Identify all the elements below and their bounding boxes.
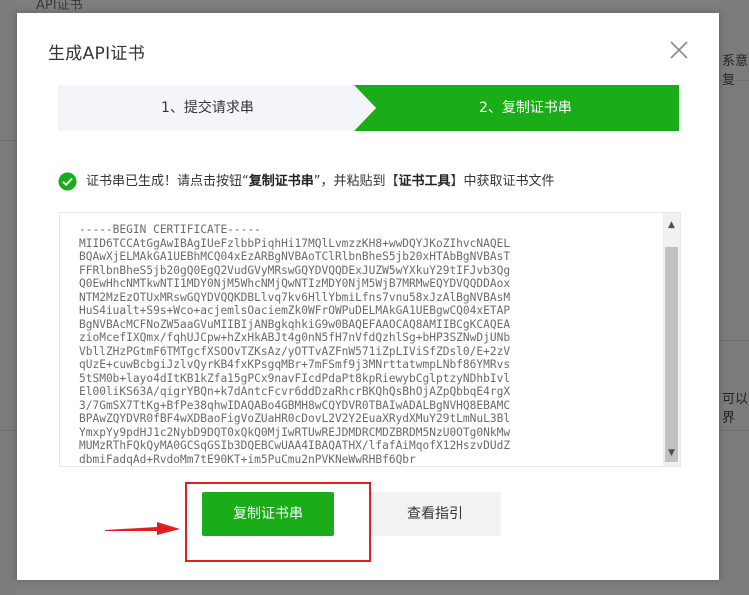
background-divider: [719, 80, 749, 81]
message-middle: ”，并粘贴到【: [313, 174, 399, 189]
certificate-text: -----BEGIN CERTIFICATE----- MIID6TCCAtGg…: [79, 223, 511, 466]
background-right-strip: [719, 0, 749, 595]
scroll-thumb[interactable]: [665, 247, 678, 462]
scrollbar[interactable]: ▲ ▼: [663, 213, 680, 466]
background-divider: [719, 430, 749, 431]
background-divider: [719, 340, 749, 341]
message-highlight-tool: 证书工具: [398, 174, 451, 189]
success-text: 证书串已生成！请点击按钮“复制证书串”，并粘贴到【证书工具】中获取证书文件: [86, 171, 555, 193]
scroll-up-arrow[interactable]: ▲: [663, 217, 680, 234]
close-icon: [670, 41, 688, 59]
message-highlight-copy: 复制证书串: [248, 174, 314, 189]
background-divider: [0, 430, 17, 431]
message-suffix: 】中获取证书文件: [450, 174, 555, 189]
annotation-highlight-box: [185, 482, 371, 562]
step-submit-request: 1、提交请求串: [58, 85, 358, 131]
background-top-text: API证书: [36, 0, 83, 13]
annotation-arrow-icon: [105, 522, 180, 535]
background-top: [0, 0, 749, 12]
view-guide-button[interactable]: 查看指引: [369, 492, 501, 536]
close-button[interactable]: [669, 40, 689, 60]
scroll-down-arrow[interactable]: ▼: [663, 445, 680, 462]
check-circle-icon: [58, 172, 77, 191]
dialog-title: 生成API证书: [48, 44, 145, 64]
background-left-strip: [0, 0, 17, 595]
background-right-text-1: 系意复: [722, 54, 749, 88]
step-indicator: 1、提交请求串 2、复制证书串: [58, 85, 679, 131]
step-label: 2、复制证书串: [479, 100, 572, 116]
certificate-textarea[interactable]: -----BEGIN CERTIFICATE----- MIID6TCCAtGg…: [59, 212, 681, 467]
background-divider: [0, 140, 17, 141]
background-right-text-2: 可以界: [722, 392, 749, 426]
message-prefix: 证书串已生成！请点击按钮“: [86, 174, 249, 189]
step-label: 1、提交请求串: [161, 100, 254, 116]
step-copy-certificate: 2、复制证书串: [354, 85, 679, 131]
